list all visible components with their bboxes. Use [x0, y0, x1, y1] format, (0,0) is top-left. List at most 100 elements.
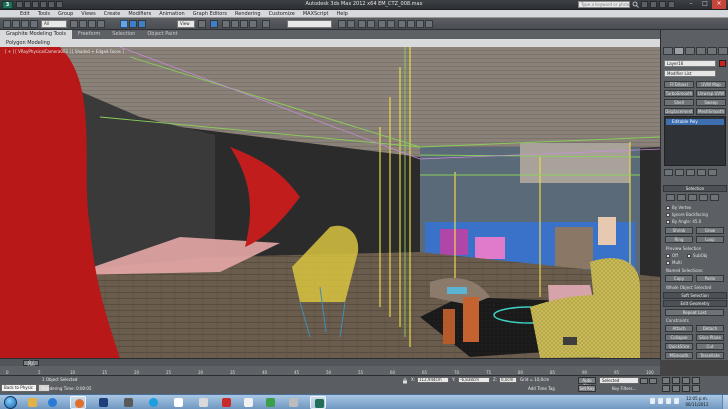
object-color-swatch[interactable]	[719, 60, 726, 67]
z-coordinate-field[interactable]: 0,0cm	[499, 377, 517, 383]
subscription-icon[interactable]	[641, 1, 648, 8]
create-tab-icon[interactable]	[663, 47, 673, 55]
x-coordinate-field[interactable]: 112,944cm	[417, 377, 449, 383]
photoshop-task-icon[interactable]	[95, 396, 111, 409]
copy-button[interactable]: Copy	[665, 275, 693, 282]
element-mode-icon[interactable]	[710, 194, 719, 201]
search-input[interactable]: Type a keyword or phrase	[578, 1, 630, 8]
vertex-mode-icon[interactable]	[666, 194, 675, 201]
viewport-label[interactable]: [ + ] [ VRayPhysicalCamera003 ] [ Shaded…	[5, 49, 124, 54]
utilities-tab-icon[interactable]	[718, 47, 728, 55]
start-button-icon[interactable]	[4, 396, 17, 409]
selection-lock-icon[interactable]	[402, 378, 408, 384]
tab-object-paint[interactable]: Object Paint	[141, 30, 183, 39]
material-editor-icon[interactable]	[398, 20, 406, 28]
select-move-icon[interactable]	[120, 20, 128, 28]
field-of-view-icon[interactable]	[662, 385, 670, 392]
app-task-icon[interactable]	[120, 396, 136, 409]
menu-views[interactable]: Views	[81, 10, 95, 17]
flag-icon[interactable]	[666, 398, 671, 404]
slice-plane-button[interactable]: Slice Plane	[696, 334, 724, 341]
loop-button[interactable]: Loop	[696, 236, 724, 243]
motion-tab-icon[interactable]	[696, 47, 706, 55]
manipulate-icon[interactable]	[210, 20, 218, 28]
mirror-icon[interactable]	[338, 20, 346, 28]
attach-button[interactable]: Attach	[665, 325, 693, 332]
unwrap-uvw-button[interactable]: Unwrap UVW	[696, 90, 726, 97]
quickslice-button[interactable]: QuickSlice	[665, 343, 693, 350]
perspective-viewport[interactable]: [ + ] [ VRayPhysicalCamera003 ] [ Shaded…	[0, 47, 660, 358]
pivot-center-icon[interactable]	[198, 20, 206, 28]
orbit-icon[interactable]	[682, 385, 690, 392]
turbosmooth-button[interactable]: TurboSmooth	[664, 90, 694, 97]
document-task-icon[interactable]	[170, 396, 186, 409]
pdf-task-icon[interactable]	[218, 396, 234, 409]
uvw-map-button[interactable]: UVW Map	[696, 81, 726, 88]
menu-tools[interactable]: Tools	[38, 10, 50, 17]
firefox-task-icon[interactable]	[70, 396, 86, 409]
menu-maxscript[interactable]: MAXScript	[303, 10, 329, 17]
edit-geometry-rollout[interactable]: Edit Geometry	[663, 300, 727, 307]
configure-sets-icon[interactable]	[708, 169, 717, 176]
layer-manager-icon[interactable]	[358, 20, 366, 28]
rect-selection-icon[interactable]	[88, 20, 96, 28]
snap-toggle-icon[interactable]	[222, 20, 230, 28]
3dsmax-task-icon[interactable]	[310, 396, 326, 409]
zoom-extents-icon[interactable]	[682, 377, 690, 384]
pin-stack-icon[interactable]	[664, 169, 673, 176]
link-icon[interactable]	[21, 20, 29, 28]
pan-icon[interactable]	[672, 385, 680, 392]
graphite-toggle-icon[interactable]	[367, 20, 375, 28]
time-slider[interactable]: 0 / 100	[0, 358, 660, 369]
go-to-start-icon[interactable]	[640, 378, 648, 384]
edit-named-sel-icon[interactable]	[262, 20, 270, 28]
sweep-button[interactable]: Sweep	[696, 99, 726, 106]
modifier-list-dropdown[interactable]: Modifier List	[664, 70, 716, 77]
ffd-box-button[interactable]: FFD(box)	[664, 81, 694, 88]
edge-mode-icon[interactable]	[677, 194, 686, 201]
zoom-extents-all-icon[interactable]	[692, 377, 700, 384]
skype-task-icon[interactable]	[145, 396, 161, 409]
cut-button[interactable]: Cut	[696, 343, 724, 350]
network-icon[interactable]	[650, 398, 655, 404]
redo-tool-icon[interactable]	[12, 20, 20, 28]
modifier-stack[interactable]: Editable Poly	[664, 116, 726, 166]
show-desktop-button[interactable]	[722, 395, 728, 409]
set-key-button[interactable]: Set Key	[578, 385, 596, 392]
y-coordinate-field[interactable]: -6,838cm	[458, 377, 490, 383]
msmooth-button[interactable]: MSmooth	[665, 352, 693, 359]
prev-frame-icon[interactable]	[649, 378, 657, 384]
angle-snap-icon[interactable]	[231, 20, 239, 28]
explorer-task-icon[interactable]	[24, 396, 40, 409]
system-clock[interactable]: 12:05 p.m. 06/11/2012	[682, 396, 712, 408]
by-angle-checkbox[interactable]: By Angle: 45.0	[666, 219, 701, 224]
detach-button[interactable]: Detach	[696, 325, 724, 332]
volume-icon[interactable]	[658, 398, 663, 404]
maximize-icon[interactable]: □	[698, 0, 712, 9]
preview-subobj-radio[interactable]: SubObj	[687, 253, 707, 258]
show-end-result-icon[interactable]	[675, 169, 684, 176]
select-rotate-icon[interactable]	[129, 20, 137, 28]
menu-edit[interactable]: Edit	[20, 10, 30, 17]
grow-button[interactable]: Grow	[696, 227, 724, 234]
menu-group[interactable]: Group	[58, 10, 73, 17]
polygon-modeling-panel[interactable]: Polygon Modeling	[6, 39, 50, 47]
polygon-mode-icon[interactable]	[699, 194, 708, 201]
schematic-view-icon[interactable]	[387, 20, 395, 28]
select-object-icon[interactable]	[70, 20, 78, 28]
curve-editor-icon[interactable]	[378, 20, 386, 28]
border-mode-icon[interactable]	[688, 194, 697, 201]
media-player-task-icon[interactable]	[44, 396, 60, 409]
preview-off-radio[interactable]: Off	[666, 253, 678, 258]
close-icon[interactable]: ×	[712, 0, 726, 9]
tab-graphite-modeling[interactable]: Graphite Modeling Tools	[0, 30, 73, 39]
ring-button[interactable]: Ring	[665, 236, 693, 243]
tessellate-button[interactable]: Tessellate	[696, 352, 724, 359]
align-icon[interactable]	[347, 20, 355, 28]
ignore-backfacing-checkbox[interactable]: Ignore Backfacing	[666, 212, 708, 217]
menu-animation[interactable]: Animation	[159, 10, 185, 17]
vray-task-icon[interactable]	[285, 396, 301, 409]
selection-rollout[interactable]: Selection	[663, 185, 727, 192]
undo-tool-icon[interactable]	[3, 20, 11, 28]
meshsmooth-button[interactable]: MeshSmooth	[696, 108, 726, 115]
